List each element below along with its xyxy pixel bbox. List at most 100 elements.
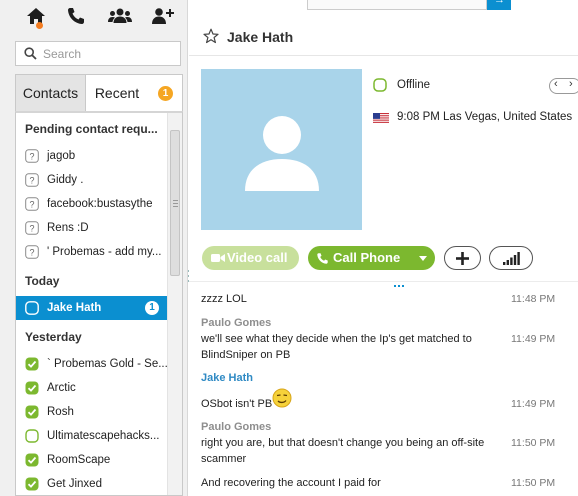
message-text: And recovering the account I paid for <box>201 477 381 489</box>
contact-name: Arctic <box>47 382 76 394</box>
conversation-title: Jake Hath <box>227 29 294 45</box>
scrollbar-thumb[interactable] <box>170 130 180 276</box>
divider <box>189 281 578 282</box>
contacts-button[interactable] <box>106 4 134 30</box>
online-status-icon <box>25 357 39 371</box>
list-item[interactable]: ? Rens :D <box>16 216 168 240</box>
list-item[interactable]: Rosh <box>16 400 168 424</box>
offline-presence-icon <box>373 78 387 92</box>
call-quality-button[interactable] <box>489 246 533 270</box>
top-toolbar <box>0 0 188 34</box>
call-phone-button[interactable]: Call Phone <box>308 246 435 270</box>
svg-text:?: ? <box>29 248 34 258</box>
list-item[interactable]: ? facebook:bustasythe <box>16 192 168 216</box>
pending-status-icon: ? <box>25 197 39 211</box>
list-item[interactable]: ? Giddy . <box>16 168 168 192</box>
list-item[interactable]: RoomScape <box>16 448 168 472</box>
online-status-icon <box>25 453 39 467</box>
message-text: OSbot isn't PB <box>201 398 273 410</box>
default-avatar-icon <box>245 116 319 191</box>
message-time: 11:49 PM <box>511 333 556 345</box>
search-icon <box>24 47 37 60</box>
offline-status-icon <box>25 301 39 315</box>
contact-name: ` Probemas Gold - Se... <box>47 358 168 370</box>
contact-name: Jake Hath <box>47 302 102 314</box>
grip-icon <box>173 200 178 207</box>
list-item[interactable]: ` Probemas Gold - Se... <box>16 352 168 376</box>
call-icon <box>68 8 84 24</box>
svg-text:?: ? <box>29 176 34 186</box>
profile-nav-arrows[interactable]: ‹ › <box>549 78 578 94</box>
contact-name: Get Jinxed <box>47 478 102 490</box>
contact-name: Ultimatescapehacks... <box>47 430 160 442</box>
list-item[interactable]: ? jagob <box>16 144 168 168</box>
online-status-icon <box>25 381 39 395</box>
contact-name: Rens :D <box>47 222 89 234</box>
add-contact-icon <box>152 8 174 24</box>
video-call-button[interactable]: Video call <box>202 246 299 270</box>
list-item-selected[interactable]: Jake Hath 1 <box>16 296 168 320</box>
message-time: 11:50 PM <box>511 477 556 489</box>
phone-icon <box>317 253 328 264</box>
contact-name: facebook:bustasythe <box>47 198 153 210</box>
tab-contacts[interactable]: Contacts <box>16 75 86 111</box>
sidebar: Contacts Recent 1 Pending contact requ..… <box>0 0 188 496</box>
list-item[interactable]: Arctic <box>16 376 168 400</box>
message-text: scammer <box>201 453 247 465</box>
online-status-icon <box>25 477 39 491</box>
next-arrow-icon[interactable]: › <box>569 78 573 90</box>
call-button[interactable] <box>62 4 90 30</box>
contact-name: ' Probemas - add my... <box>47 246 162 258</box>
today-header: Today <box>25 274 60 288</box>
search-input[interactable] <box>43 46 177 62</box>
list-item[interactable]: Get Jinxed <box>16 472 168 495</box>
message-sender: Paulo Gomes <box>201 317 272 329</box>
search-box[interactable] <box>15 41 181 66</box>
yesterday-header: Yesterday <box>25 330 82 344</box>
signal-icon <box>503 252 520 265</box>
tab-bar: Contacts Recent 1 <box>15 74 183 111</box>
avatar <box>201 69 362 230</box>
unread-badge: 1 <box>145 301 159 315</box>
contact-name: Giddy . <box>47 174 84 186</box>
pending-status-icon: ? <box>25 245 39 259</box>
message-text: zzzz LOL <box>201 293 247 305</box>
prev-arrow-icon[interactable]: ‹ <box>554 78 558 90</box>
emoticon-icon <box>272 388 292 408</box>
message-time: 11:48 PM <box>511 293 556 305</box>
offline-status-icon <box>25 429 39 443</box>
svg-text:?: ? <box>29 152 34 162</box>
pending-status-icon: ? <box>25 149 39 163</box>
local-time: 9:08 PM Las Vegas, United States <box>397 111 573 123</box>
us-flag-icon <box>373 113 389 124</box>
contact-name: RoomScape <box>47 454 111 466</box>
list-item[interactable]: Ultimatescapehacks... <box>16 424 168 448</box>
plus-icon <box>456 252 469 265</box>
contacts-icon <box>108 8 132 23</box>
list-item[interactable]: ? ' Probemas - add my... <box>16 240 168 264</box>
resize-handle[interactable] <box>394 276 406 287</box>
online-status-icon <box>25 405 39 419</box>
message-sender: Paulo Gomes <box>201 421 272 433</box>
contact-name: Rosh <box>47 406 74 418</box>
pending-status-icon: ? <box>25 221 39 235</box>
add-contact-button[interactable] <box>149 4 177 30</box>
recent-list: Pending contact requ... ? jagob ? Giddy … <box>15 111 183 496</box>
chevron-down-icon[interactable] <box>419 256 427 261</box>
top-search-field[interactable] <box>307 0 487 10</box>
top-search-button[interactable] <box>487 0 511 10</box>
video-icon <box>211 254 225 262</box>
conversation-pane: Jake Hath Offline ‹› 9:08 PM Las Vegas, … <box>189 0 578 496</box>
pending-status-icon: ? <box>25 173 39 187</box>
tab-recent[interactable]: Recent <box>87 75 147 111</box>
video-call-label: Video call <box>227 250 288 265</box>
recent-count-badge: 1 <box>158 86 173 101</box>
svg-text:?: ? <box>29 224 34 234</box>
message-time: 11:50 PM <box>511 437 556 449</box>
notification-dot <box>36 22 43 29</box>
contact-name: jagob <box>47 150 76 162</box>
message-time: 11:49 PM <box>511 398 556 410</box>
add-button[interactable] <box>444 246 481 270</box>
star-icon[interactable] <box>203 28 219 44</box>
list-scrollbar[interactable] <box>167 113 182 495</box>
